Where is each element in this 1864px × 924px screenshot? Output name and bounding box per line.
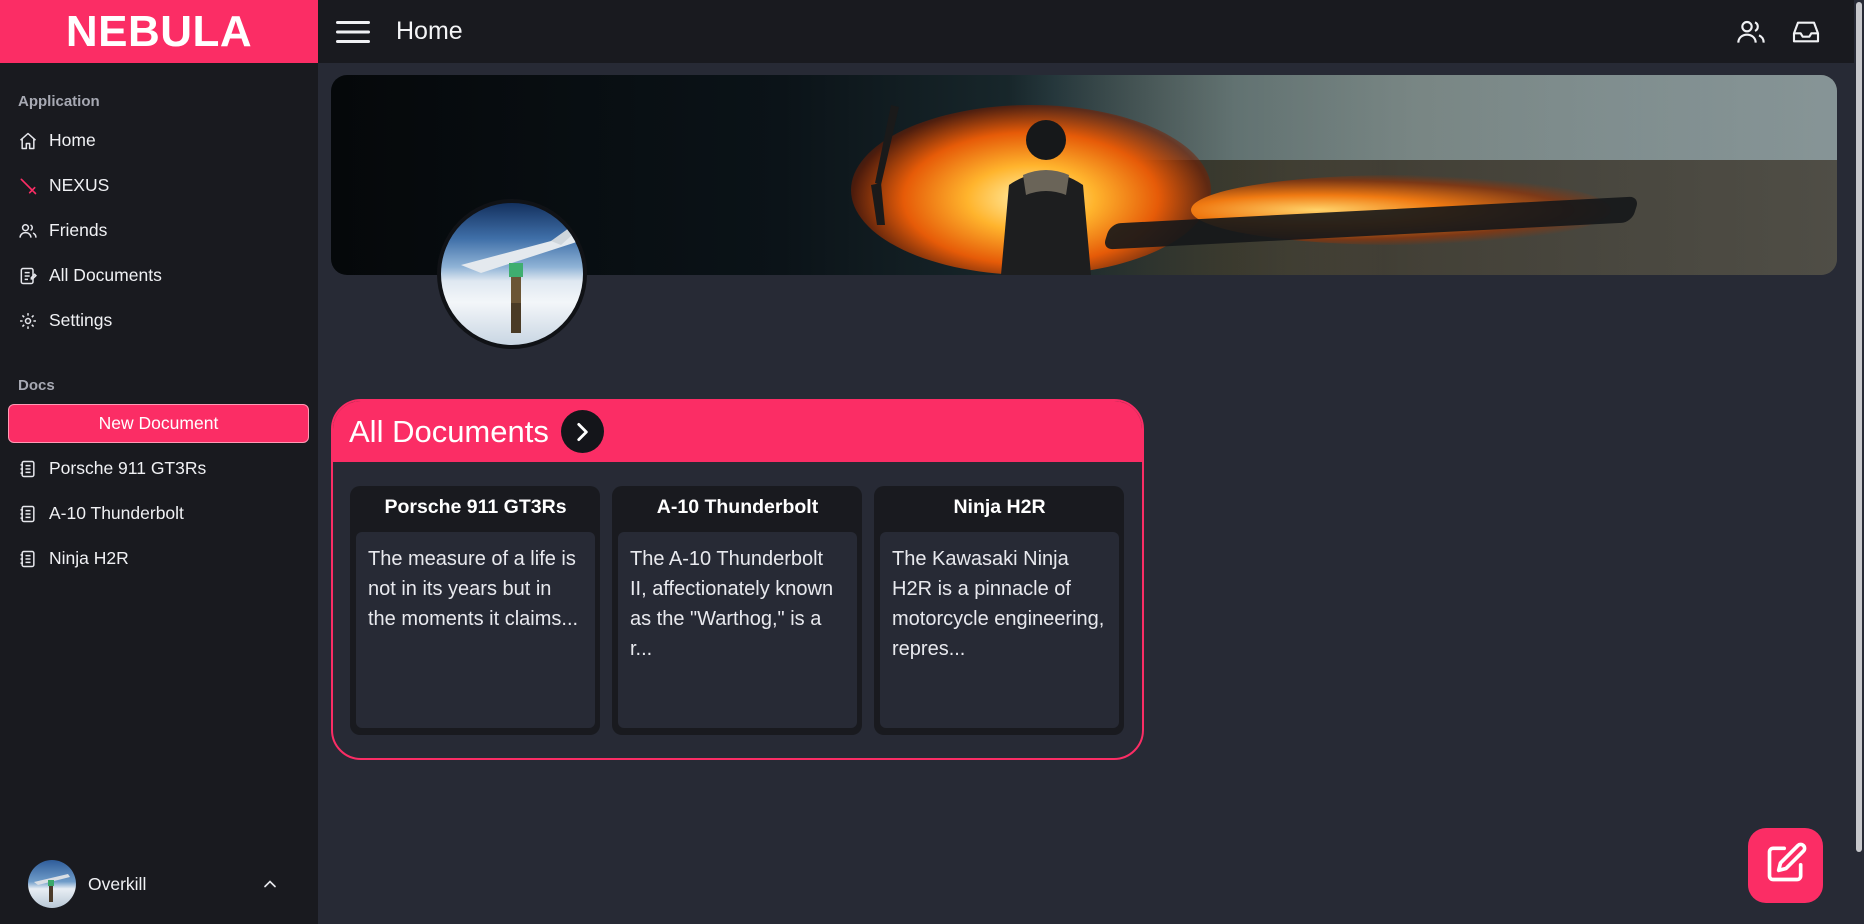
sidebar-doc-a10[interactable]: A-10 Thunderbolt: [0, 491, 318, 536]
sidebar-item-settings[interactable]: Settings: [0, 298, 318, 343]
document-card[interactable]: Porsche 911 GT3Rs The measure of a life …: [350, 486, 600, 735]
sidebar-item-all-documents[interactable]: All Documents: [0, 253, 318, 298]
document-cards: Porsche 911 GT3Rs The measure of a life …: [333, 462, 1142, 735]
sidebar-item-nexus[interactable]: NEXUS: [0, 163, 318, 208]
sidebar-item-friends[interactable]: Friends: [0, 208, 318, 253]
sidebar-item-label: Ninja H2R: [49, 548, 129, 568]
all-documents-header: All Documents: [333, 401, 1142, 462]
profile-avatar[interactable]: [437, 199, 587, 349]
edit-icon: [1764, 841, 1808, 890]
document-card[interactable]: Ninja H2R The Kawasaki Ninja H2R is a pi…: [874, 486, 1124, 735]
avatar: [28, 860, 76, 908]
document-card-title: Porsche 911 GT3Rs: [384, 495, 567, 518]
sword-icon: [18, 176, 38, 196]
sidebar-doc-ninja[interactable]: Ninja H2R: [0, 536, 318, 581]
sidebar-doc-porsche[interactable]: Porsche 911 GT3Rs: [0, 446, 318, 491]
sidebar-item-label: Porsche 911 GT3Rs: [49, 458, 207, 478]
page-title: Home: [396, 17, 463, 45]
notebook-icon: [18, 459, 38, 479]
app-root: NEBULA Application Home NEXUS Friends Al…: [0, 0, 1864, 924]
hamburger-menu-icon[interactable]: [336, 19, 370, 45]
chevron-right-icon[interactable]: [560, 410, 604, 453]
brand-logo[interactable]: NEBULA: [0, 0, 318, 63]
documents-icon: [18, 266, 38, 286]
sidebar-item-label: A-10 Thunderbolt: [49, 503, 184, 523]
notebook-icon: [18, 549, 38, 569]
document-card-title: Ninja H2R: [953, 495, 1046, 518]
scrollbar-thumb[interactable]: [1856, 2, 1862, 852]
sidebar-item-label: All Documents: [49, 265, 162, 285]
scrollbar[interactable]: [1854, 0, 1864, 924]
document-card-excerpt: The Kawasaki Ninja H2R is a pinnacle of …: [880, 532, 1119, 728]
all-documents-panel: All Documents Porsche 911 GT3Rs The meas…: [331, 399, 1144, 760]
section-title-application: Application: [18, 93, 100, 110]
sidebar-item-label: Friends: [49, 220, 108, 240]
topbar: Home: [318, 0, 1864, 63]
all-documents-title: All Documents: [349, 413, 549, 449]
topbar-actions: [1712, 16, 1822, 48]
sidebar-item-label: Home: [49, 130, 96, 150]
sidebar-item-home[interactable]: Home: [0, 118, 318, 163]
user-menu[interactable]: Overkill: [0, 844, 318, 924]
document-card-title: A-10 Thunderbolt: [656, 495, 819, 518]
users-icon[interactable]: [1735, 16, 1767, 48]
chevron-up-icon[interactable]: [260, 874, 280, 894]
user-name: Overkill: [88, 873, 147, 894]
gear-icon: [18, 311, 38, 331]
inbox-icon[interactable]: [1790, 16, 1822, 48]
sidebar: NEBULA Application Home NEXUS Friends Al…: [0, 0, 318, 924]
new-document-button[interactable]: New Document: [8, 404, 309, 443]
document-card-excerpt: The A-10 Thunderbolt II, affectionately …: [618, 532, 857, 728]
sidebar-item-label: Settings: [49, 310, 113, 330]
sidebar-item-label: NEXUS: [49, 175, 110, 195]
users-icon: [18, 221, 38, 241]
notebook-icon: [18, 504, 38, 524]
document-card[interactable]: A-10 Thunderbolt The A-10 Thunderbolt II…: [612, 486, 862, 735]
document-card-excerpt: The measure of a life is not in its year…: [356, 532, 595, 728]
section-title-docs: Docs: [18, 377, 55, 394]
compose-button[interactable]: [1748, 828, 1823, 903]
home-icon: [18, 131, 38, 151]
